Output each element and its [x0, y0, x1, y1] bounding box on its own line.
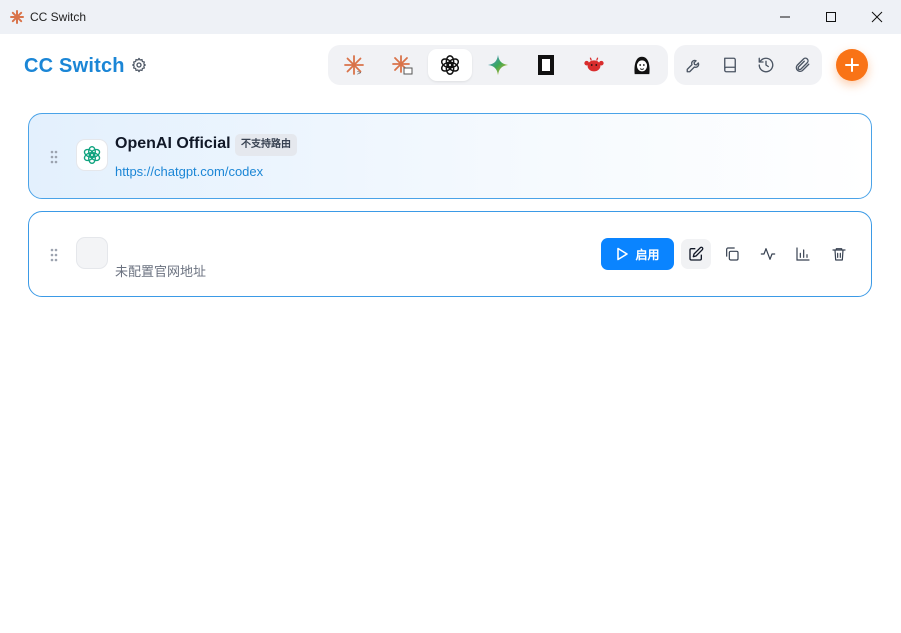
app-switcher: > — [328, 45, 668, 85]
activity-icon — [760, 248, 776, 260]
svg-text:>: > — [357, 69, 361, 76]
minimize-icon — [780, 16, 790, 18]
history-button[interactable] — [754, 53, 778, 77]
tab-opencode[interactable] — [524, 49, 568, 81]
delete-button[interactable] — [824, 239, 854, 269]
close-button[interactable] — [854, 0, 900, 34]
provider-card[interactable]: OpenAI Official 不支持路由 https://chatgpt.co… — [28, 113, 872, 199]
tool-group — [674, 45, 822, 85]
drag-handle[interactable] — [49, 149, 59, 165]
edit-button[interactable] — [681, 239, 711, 269]
maximize-button[interactable] — [808, 0, 854, 34]
paperclip-icon — [795, 57, 810, 72]
plus-icon — [845, 58, 859, 72]
provider-name: OpenAI Official — [115, 135, 231, 152]
tab-claude-desktop[interactable] — [380, 49, 424, 81]
usage-stats-button[interactable] — [788, 239, 818, 269]
play-icon — [617, 247, 629, 261]
attachments-button[interactable] — [790, 53, 814, 77]
enable-button[interactable]: 启用 — [601, 238, 674, 270]
provider-url-placeholder: 未配置官网地址 — [115, 264, 207, 279]
edit-icon — [689, 246, 704, 261]
provider-logo — [76, 139, 108, 171]
docs-button[interactable] — [718, 53, 742, 77]
enable-label: 启用 — [635, 247, 660, 262]
openai-icon — [440, 55, 460, 75]
gemini-icon — [487, 54, 509, 76]
close-icon — [871, 11, 883, 23]
grip-icon — [50, 248, 58, 262]
test-latency-button[interactable] — [753, 239, 783, 269]
wrench-icon — [686, 59, 700, 73]
book-icon — [724, 57, 736, 73]
tab-red-crab[interactable] — [572, 49, 616, 81]
gear-icon — [132, 57, 146, 73]
app-brand-title: CC Switch — [24, 55, 125, 77]
blank-provider-icon — [76, 237, 108, 269]
tab-claude[interactable]: > — [332, 49, 376, 81]
cc-switch-app-icon — [10, 10, 24, 24]
add-provider-button[interactable] — [836, 49, 868, 81]
grip-icon — [50, 150, 58, 164]
settings-button[interactable] — [128, 54, 150, 76]
routing-badge: 不支持路由 — [235, 134, 297, 156]
cartoon-face-icon — [634, 56, 650, 75]
drag-handle[interactable] — [49, 247, 59, 263]
title-bar: CC Switch — [0, 0, 901, 34]
tools-button[interactable] — [682, 53, 706, 77]
maximize-icon — [826, 12, 836, 22]
provider-url-link[interactable]: https://chatgpt.com/codex — [115, 164, 263, 179]
opencode-icon — [538, 55, 554, 75]
tab-cartoon-face[interactable] — [620, 49, 664, 81]
red-crab-icon — [584, 57, 604, 72]
claude-desktop-icon — [392, 55, 413, 75]
duplicate-icon — [726, 247, 739, 261]
window-title: CC Switch — [30, 10, 87, 24]
tab-openai[interactable] — [428, 49, 472, 81]
tab-gemini[interactable] — [476, 49, 520, 81]
minimize-button[interactable] — [762, 0, 808, 34]
claude-icon: > — [344, 55, 364, 76]
provider-card[interactable]: 未配置官网地址 启用 — [28, 211, 872, 297]
trash-icon — [832, 248, 846, 261]
bar-chart-icon — [796, 247, 810, 261]
duplicate-button[interactable] — [717, 239, 747, 269]
openai-icon — [83, 146, 101, 164]
history-icon — [758, 57, 774, 73]
